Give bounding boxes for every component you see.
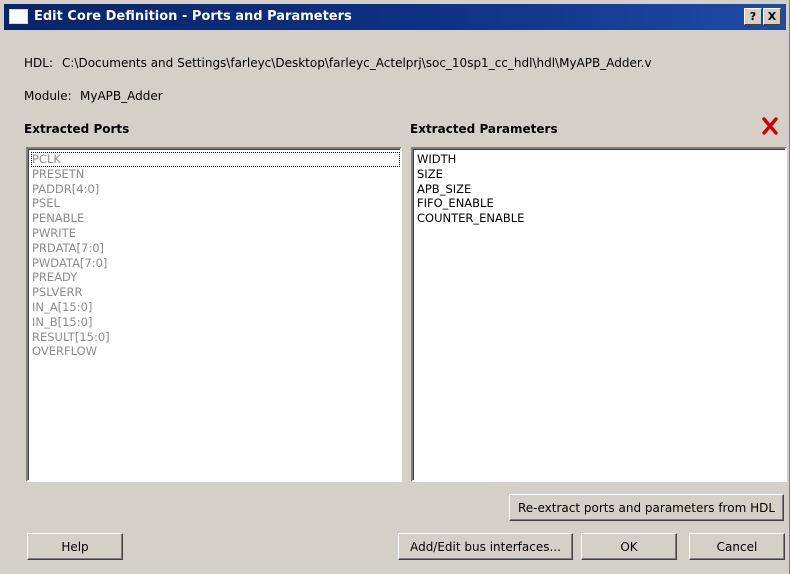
extracted-parameters-list[interactable]: WIDTH SIZE APB_SIZE FIFO_ENABLE COUNTER_… (411, 147, 787, 482)
port-item[interactable]: PREADY (31, 270, 400, 285)
title-help-button[interactable]: ? (744, 8, 762, 25)
hdl-path-value: C:\Documents and Settings\farleyc\Deskto… (62, 56, 652, 70)
port-item[interactable]: PSLVERR (31, 285, 400, 300)
extracted-ports-header: Extracted Ports (24, 122, 130, 136)
parameter-item[interactable]: WIDTH (416, 152, 785, 167)
port-item[interactable]: IN_A[15:0] (31, 300, 400, 315)
help-button[interactable]: Help (27, 533, 123, 560)
hdl-label: HDL: (24, 56, 53, 70)
cancel-button[interactable]: Cancel (689, 533, 785, 560)
ok-button[interactable]: OK (581, 533, 677, 560)
reextract-ports-parameters-button[interactable]: Re-extract ports and parameters from HDL (509, 494, 784, 521)
port-item[interactable]: RESULT[15:0] (31, 330, 400, 345)
parameter-item[interactable]: SIZE (416, 167, 785, 182)
add-edit-bus-interfaces-button[interactable]: Add/Edit bus interfaces... (398, 533, 573, 560)
port-item[interactable]: PWDATA[7:0] (31, 256, 400, 271)
port-item[interactable]: IN_B[15:0] (31, 315, 400, 330)
title-bar[interactable]: Edit Core Definition - Ports and Paramet… (4, 4, 786, 30)
parameter-item[interactable]: COUNTER_ENABLE (416, 211, 785, 226)
red-x-delete-icon[interactable] (761, 116, 779, 136)
edit-core-definition-dialog: Edit Core Definition - Ports and Paramet… (0, 0, 790, 574)
extracted-parameters-header: Extracted Parameters (410, 122, 558, 136)
port-item[interactable]: PWRITE (31, 226, 400, 241)
port-item[interactable]: OVERFLOW (31, 344, 400, 359)
port-item[interactable]: PCLK (31, 152, 400, 167)
port-item[interactable]: PENABLE (31, 211, 400, 226)
module-label: Module: (24, 89, 72, 103)
parameter-item[interactable]: APB_SIZE (416, 182, 785, 197)
port-item[interactable]: PADDR[4:0] (31, 182, 400, 197)
parameter-item[interactable]: FIFO_ENABLE (416, 196, 785, 211)
title-close-button[interactable]: X (763, 8, 781, 25)
port-item[interactable]: PSEL (31, 196, 400, 211)
module-name-value: MyAPB_Adder (80, 89, 163, 103)
window-title: Edit Core Definition - Ports and Paramet… (34, 9, 352, 24)
window-app-icon (9, 9, 28, 24)
extracted-ports-list[interactable]: PCLK PRESETN PADDR[4:0] PSEL PENABLE PWR… (26, 147, 402, 482)
port-item[interactable]: PRDATA[7:0] (31, 241, 400, 256)
port-item[interactable]: PRESETN (31, 167, 400, 182)
